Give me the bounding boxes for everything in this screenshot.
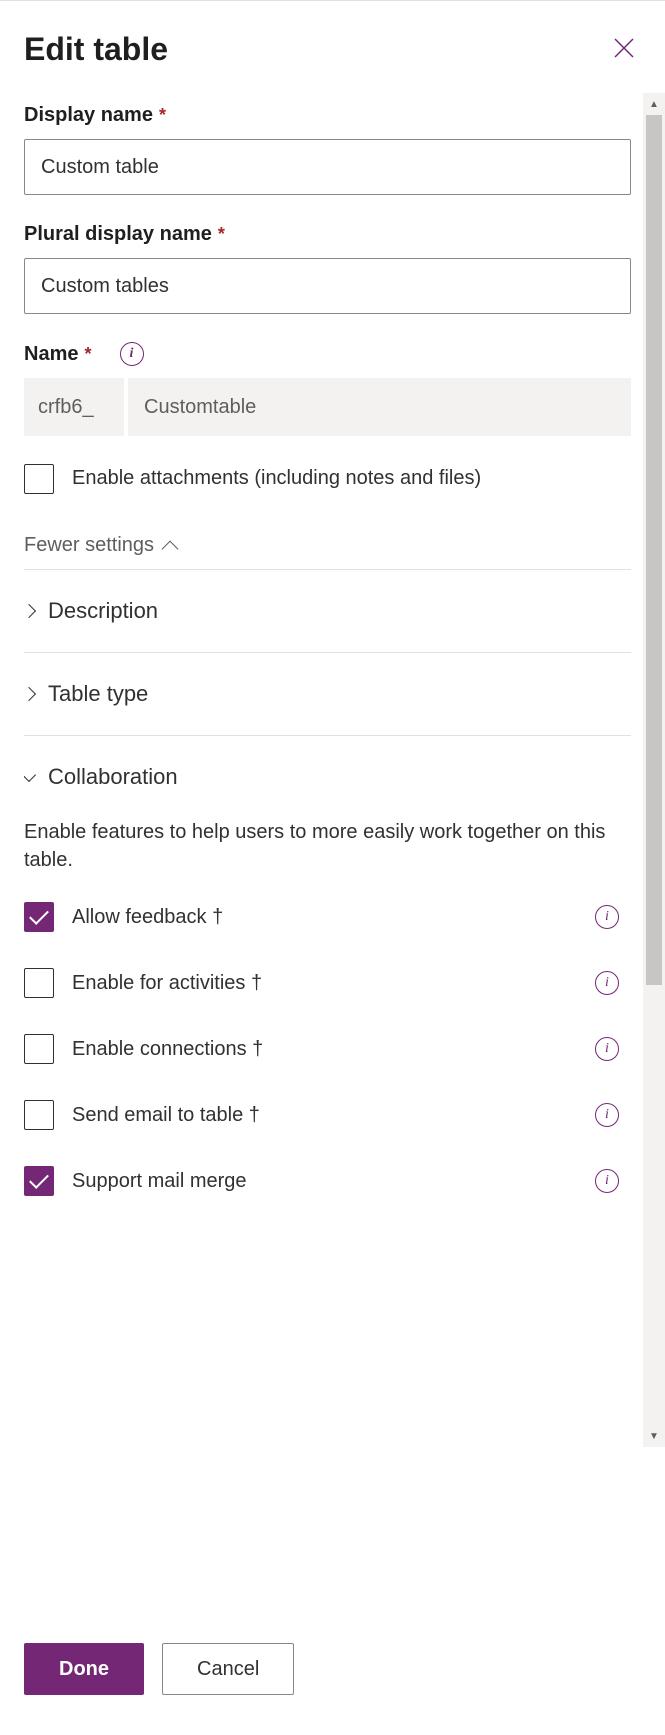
chevron-right-icon [24,687,36,701]
enable-activities-checkbox[interactable] [24,968,54,998]
name-input [128,378,631,436]
name-label: Name * i [24,342,631,366]
allow-feedback-label: Allow feedback † [72,906,577,929]
plural-display-name-input[interactable] [24,258,631,314]
enable-connections-checkbox[interactable] [24,1034,54,1064]
scroll-up-arrow[interactable]: ▲ [643,93,665,115]
page-title: Edit table [24,31,168,68]
chevron-down-icon [24,768,36,782]
name-prefix: crfb6_ [24,378,124,436]
fewer-settings-toggle[interactable]: Fewer settings [24,534,631,557]
cancel-button[interactable]: Cancel [162,1643,294,1695]
support-mail-merge-label: Support mail merge [72,1170,577,1193]
allow-feedback-checkbox[interactable] [24,902,54,932]
required-indicator: * [218,224,225,245]
info-icon[interactable]: i [595,1037,619,1061]
display-name-input[interactable] [24,139,631,195]
close-button[interactable] [607,31,641,65]
collaboration-description: Enable features to help users to more ea… [24,818,631,874]
send-email-checkbox[interactable] [24,1100,54,1130]
required-indicator: * [84,344,91,365]
plural-display-name-label: Plural display name * [24,223,631,246]
send-email-label: Send email to table † [72,1104,577,1127]
display-name-label: Display name * [24,104,631,127]
enable-activities-label: Enable for activities † [72,972,577,995]
chevron-right-icon [24,604,36,618]
info-icon[interactable]: i [120,342,144,366]
required-indicator: * [159,105,166,126]
close-icon [613,37,635,59]
enable-attachments-label: Enable attachments (including notes and … [72,464,631,492]
scroll-down-arrow[interactable]: ▼ [643,1425,665,1447]
enable-connections-label: Enable connections † [72,1038,577,1061]
done-button[interactable]: Done [24,1643,144,1695]
enable-attachments-checkbox[interactable] [24,464,54,494]
description-section-header[interactable]: Description [24,570,631,652]
support-mail-merge-checkbox[interactable] [24,1166,54,1196]
info-icon[interactable]: i [595,905,619,929]
info-icon[interactable]: i [595,1103,619,1127]
info-icon[interactable]: i [595,971,619,995]
scrollbar[interactable]: ▲ ▼ [643,93,665,1447]
info-icon[interactable]: i [595,1169,619,1193]
table-type-section-header[interactable]: Table type [24,653,631,735]
scrollbar-thumb[interactable] [646,115,662,985]
chevron-up-icon [162,540,179,557]
collaboration-section-header[interactable]: Collaboration [24,736,631,818]
